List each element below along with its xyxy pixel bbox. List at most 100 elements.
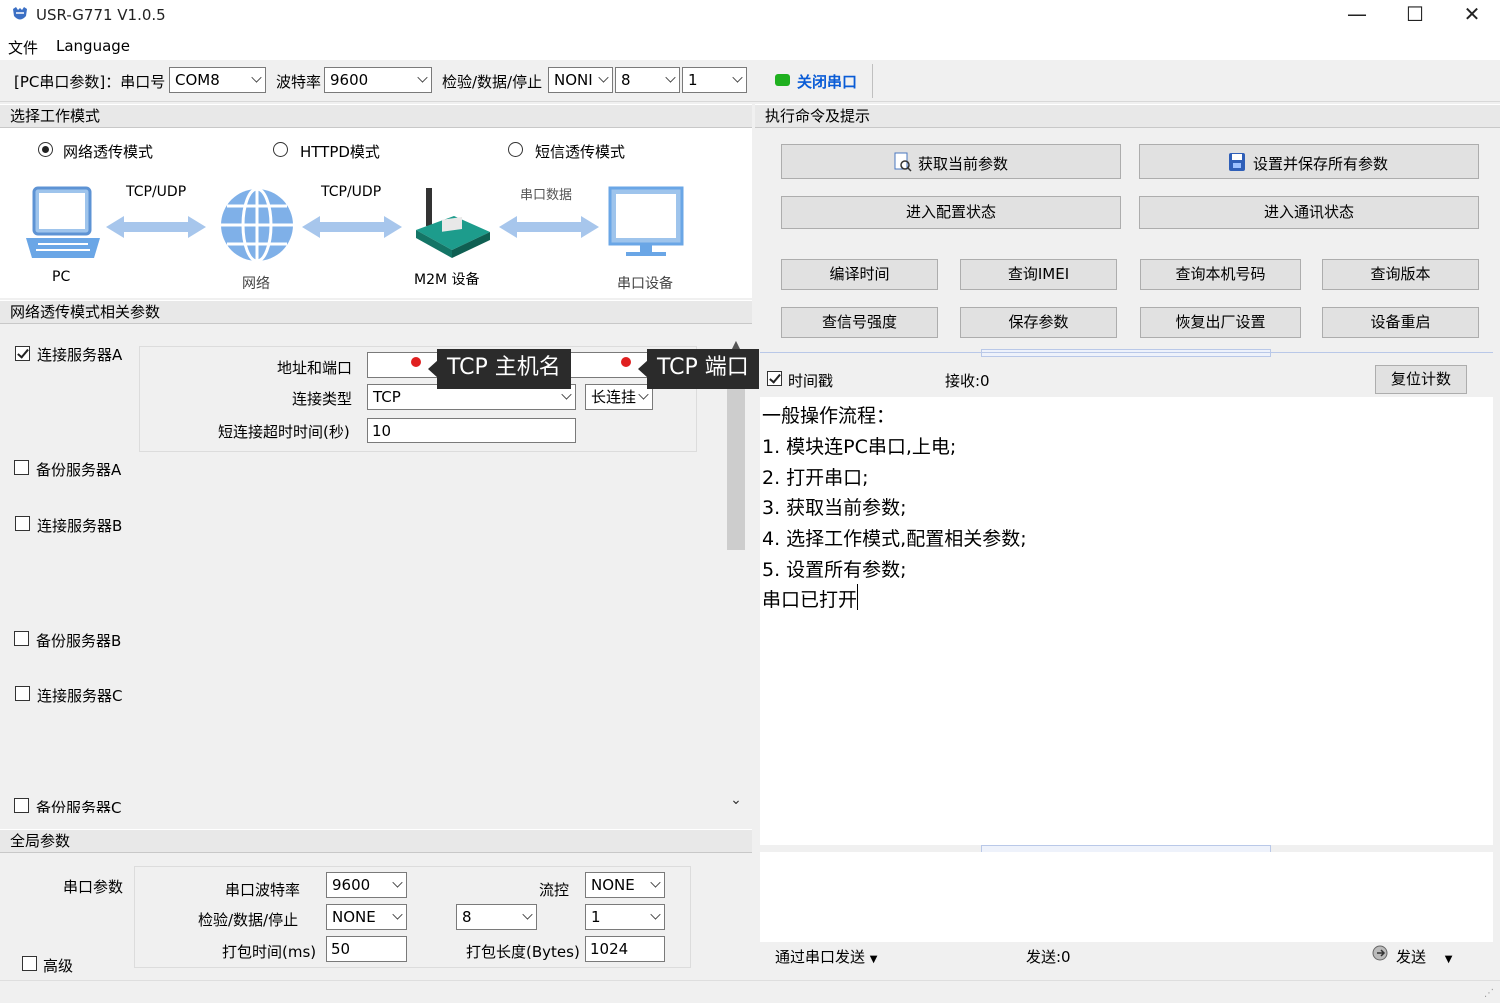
mode-header: 选择工作模式 [0, 104, 752, 128]
dropdown-caret-icon: ▼ [1444, 954, 1453, 965]
bidirectional-arrow-icon [497, 214, 601, 244]
global-parity-select[interactable]: NONE [326, 904, 407, 930]
host-marker-icon [411, 357, 421, 367]
databits-select[interactable]: 8 [615, 67, 680, 93]
save-params-button[interactable]: 保存参数 [960, 307, 1117, 338]
port-status-icon [775, 74, 790, 86]
text-cursor [857, 584, 858, 610]
chevron-down-icon [638, 389, 649, 400]
send-button[interactable]: 发送 ▼ [1396, 946, 1453, 967]
sent-count: 发送:0 [1026, 948, 1071, 966]
port-select[interactable]: COM8 [169, 67, 266, 93]
compile-time-button[interactable]: 编译时间 [781, 259, 938, 290]
port-marker-icon [621, 357, 631, 367]
chevron-down-icon [417, 72, 428, 83]
pack-time-input[interactable]: 50 [326, 936, 407, 962]
chevron-down-icon [392, 877, 403, 888]
factory-reset-button[interactable]: 恢复出厂设置 [1140, 307, 1301, 338]
backup-serverC-label: 备份服务器C [36, 799, 122, 813]
timeout-input[interactable]: 10 [367, 418, 576, 443]
get-params-label: 获取当前参数 [918, 155, 1009, 173]
log-line: 1. 模块连PC串口,上电; [762, 436, 957, 458]
serial-params-label: 串口参数 [63, 878, 124, 896]
parity-select[interactable]: NONI [548, 67, 613, 93]
enter-comm-button[interactable]: 进入通讯状态 [1139, 196, 1479, 229]
minimize-button[interactable]: — [1328, 0, 1386, 30]
serverB-label: 连接服务器B [37, 517, 123, 535]
advanced-checkbox[interactable] [22, 956, 37, 971]
close-window-button[interactable]: ✕ [1443, 0, 1500, 30]
get-params-button[interactable]: 获取当前参数 [781, 144, 1121, 179]
pack-len-label: 打包长度(Bytes) [466, 943, 580, 961]
bidirectional-arrow-icon [300, 214, 404, 244]
log-area[interactable] [760, 397, 1493, 845]
backup-serverC-checkbox[interactable] [14, 798, 29, 813]
splitter-line [760, 352, 1493, 353]
log-line: 2. 打开串口; [762, 467, 869, 489]
addr-label: 地址和端口 [277, 359, 353, 377]
stopbits-select[interactable]: 1 [682, 67, 747, 93]
baud-select[interactable]: 9600 [324, 67, 432, 93]
backup-serverA-label: 备份服务器A [36, 461, 122, 479]
serverB-checkbox[interactable] [15, 516, 30, 531]
network-label: 网络 [242, 276, 270, 292]
log-line: 串口已打开 [762, 589, 858, 611]
pack-len-input[interactable]: 1024 [585, 936, 665, 962]
menu-file[interactable]: 文件 [8, 37, 38, 58]
send-via-dropdown[interactable]: 通过串口发送 ▼ [775, 946, 878, 967]
backup-serverB-checkbox[interactable] [14, 631, 29, 646]
reboot-button[interactable]: 设备重启 [1322, 307, 1479, 338]
serverA-label: 连接服务器A [37, 346, 123, 364]
global-databits-select[interactable]: 8 [456, 904, 537, 930]
scrollbar[interactable]: ▲ ⌄ [726, 338, 746, 810]
parity-label: 检验/数据/停止 [442, 73, 543, 91]
scroll-down-icon[interactable]: ⌄ [727, 792, 745, 808]
radio-network-mode[interactable] [38, 142, 53, 157]
chevron-down-icon [650, 909, 661, 920]
splitter-handle[interactable] [981, 349, 1271, 357]
query-signal-button[interactable]: 查信号强度 [781, 307, 938, 338]
reset-count-button[interactable]: 复位计数 [1375, 365, 1467, 394]
serverC-checkbox[interactable] [15, 686, 30, 701]
timeout-label: 短连接超时时间(秒) [218, 423, 350, 441]
radio-httpd-mode-label: HTTPD模式 [300, 143, 380, 161]
search-doc-icon [894, 152, 912, 176]
title-bar [0, 0, 1500, 32]
global-stopbits-select[interactable]: 1 [585, 904, 665, 930]
serial-device-label: 串口设备 [617, 276, 673, 292]
tcp-host-tooltip: TCP 主机名 [437, 349, 571, 389]
close-port-button[interactable]: 关闭串口 [757, 64, 873, 98]
flow-select[interactable]: NONE [585, 872, 665, 898]
radio-httpd-mode[interactable] [273, 142, 288, 157]
flow-label: 流控 [539, 881, 570, 899]
chevron-down-icon [392, 909, 403, 920]
serverA-checkbox[interactable] [15, 346, 30, 361]
keepalive-select[interactable]: 长连挂 [585, 384, 653, 410]
pc-icon [24, 186, 102, 266]
pc-serial-label: [PC串口参数]：串口号 [14, 73, 166, 91]
log-line: 3. 获取当前参数; [762, 497, 907, 519]
bidirectional-arrow-icon [104, 214, 208, 244]
chevron-down-icon [598, 72, 609, 83]
save-all-button[interactable]: 设置并保存所有参数 [1139, 144, 1479, 179]
radio-sms-mode[interactable] [508, 142, 523, 157]
timestamp-checkbox[interactable] [767, 371, 782, 386]
log-line: 一般操作流程： [762, 405, 896, 427]
backup-serverA-checkbox[interactable] [14, 460, 29, 475]
global-header: 全局参数 [0, 829, 752, 853]
global-baud-select[interactable]: 9600 [326, 872, 407, 898]
timestamp-label: 时间戳 [788, 372, 834, 390]
serverC-label: 连接服务器C [37, 687, 123, 705]
link2-label: TCP/UDP [321, 184, 382, 200]
log-line: 4. 选择工作模式,配置相关参数; [762, 528, 1027, 550]
menu-language[interactable]: Language [56, 37, 130, 55]
log-line: 5. 设置所有参数; [762, 559, 907, 581]
resize-grip-icon[interactable]: ⋰ [1484, 988, 1494, 999]
maximize-button[interactable]: ☐ [1386, 0, 1444, 30]
query-imei-button[interactable]: 查询IMEI [960, 259, 1117, 290]
send-input-area[interactable] [760, 852, 1493, 942]
query-version-button[interactable]: 查询版本 [1322, 259, 1479, 290]
enter-config-button[interactable]: 进入配置状态 [781, 196, 1121, 229]
baud-label: 波特率 [276, 73, 322, 91]
query-number-button[interactable]: 查询本机号码 [1140, 259, 1301, 290]
